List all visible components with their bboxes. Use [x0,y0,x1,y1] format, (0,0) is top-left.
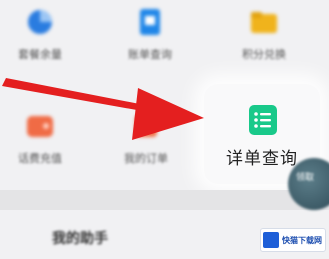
red-arrow-annotation [2,78,204,140]
